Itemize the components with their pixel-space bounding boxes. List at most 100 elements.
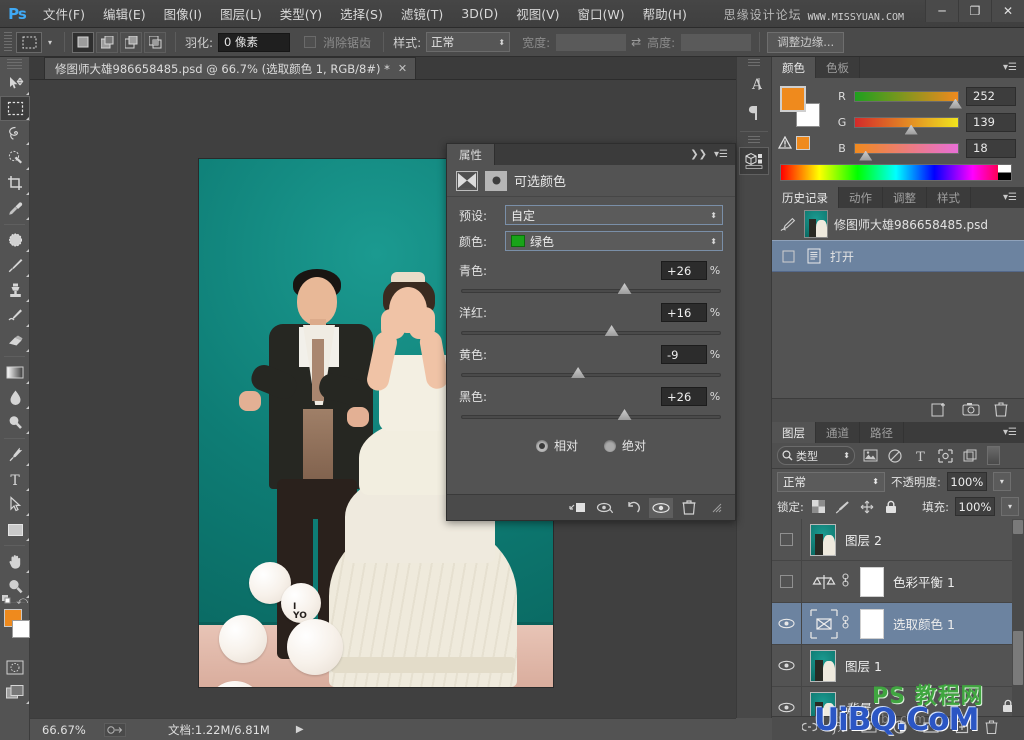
layers-panel-menu-icon[interactable]: ▾☰	[996, 422, 1024, 443]
blur-tool[interactable]	[0, 385, 30, 410]
antialias-checkbox[interactable]	[304, 36, 316, 48]
table-row[interactable]: 图层 1	[772, 645, 1024, 687]
tab-adjustments[interactable]: 调整	[883, 187, 927, 208]
rectangular-marquee-tool[interactable]	[0, 96, 30, 121]
menu-file[interactable]: 文件(F)	[34, 1, 94, 26]
document-tab[interactable]: 修图师大雄986658485.psd @ 66.7% (选取颜色 1, RGB/…	[44, 57, 416, 79]
black-slider-track[interactable]	[461, 415, 721, 419]
lock-image-pixels-icon[interactable]	[834, 498, 852, 516]
quick-mask-mode-button[interactable]	[0, 655, 30, 680]
white-black-swatch[interactable]	[998, 165, 1011, 180]
screen-mode-button[interactable]	[0, 680, 30, 705]
green-channel-handle[interactable]	[905, 125, 918, 135]
tab-properties[interactable]: 属性	[447, 144, 495, 165]
panel-menu-icon[interactable]: ▾☰	[714, 149, 728, 160]
color-select[interactable]: 绿色 ⬍	[505, 231, 723, 251]
green-channel-track[interactable]	[854, 117, 959, 128]
close-icon[interactable]: ✕	[398, 62, 407, 75]
color-spectrum-ramp[interactable]	[780, 164, 1012, 181]
black-slider-handle[interactable]	[618, 409, 632, 420]
layer-name[interactable]: 图层 1	[845, 656, 882, 675]
tab-swatches[interactable]: 色板	[816, 57, 860, 78]
layer-style-fx-icon[interactable]: fx	[833, 721, 845, 736]
view-previous-state-icon[interactable]	[593, 498, 617, 518]
magenta-slider-track[interactable]	[461, 331, 721, 335]
blend-mode-select[interactable]: 正常 ⬍	[777, 472, 885, 492]
menu-filter[interactable]: 滤镜(T)	[392, 1, 452, 26]
foreground-color-swatch[interactable]	[780, 86, 806, 112]
move-tool[interactable]	[0, 71, 30, 96]
layers-scrollbar[interactable]	[1012, 519, 1024, 729]
intersect-selection-button[interactable]	[144, 32, 166, 53]
eraser-tool[interactable]	[0, 328, 30, 353]
filter-toggle-switch[interactable]	[987, 446, 1000, 465]
spot-healing-brush-tool[interactable]	[0, 228, 30, 253]
toggle-visibility-icon[interactable]	[649, 498, 673, 518]
path-selection-tool[interactable]	[0, 492, 30, 517]
layer-visibility-toggle[interactable]	[772, 561, 802, 602]
dodge-tool[interactable]	[0, 410, 30, 435]
new-layer-icon[interactable]	[955, 720, 969, 737]
type-tool[interactable]: T	[0, 467, 30, 492]
table-row[interactable]: 色彩平衡 1	[772, 561, 1024, 603]
style-select[interactable]: 正常 ⬍	[426, 32, 510, 52]
opacity-value[interactable]: 100%	[947, 472, 987, 491]
minimize-button[interactable]: ─	[925, 0, 958, 22]
new-group-icon[interactable]	[923, 721, 939, 737]
yellow-slider-track[interactable]	[461, 373, 721, 377]
tab-actions[interactable]: 动作	[839, 187, 883, 208]
lasso-tool[interactable]	[0, 121, 30, 146]
delete-icon[interactable]	[994, 402, 1008, 420]
swap-colors-icon[interactable]: ⤺	[16, 594, 28, 608]
magenta-value-input[interactable]: +16	[661, 303, 707, 322]
menu-window[interactable]: 窗口(W)	[569, 1, 634, 26]
swap-dimensions-icon[interactable]: ⇄	[627, 35, 645, 49]
new-selection-button[interactable]	[72, 32, 94, 53]
feather-input[interactable]: 0 像素	[218, 33, 290, 52]
smart-object-filter-icon[interactable]	[960, 446, 980, 466]
add-mask-icon[interactable]	[861, 721, 877, 736]
link-layers-icon[interactable]	[802, 721, 817, 736]
tab-channels[interactable]: 通道	[816, 422, 860, 443]
history-brush-slot[interactable]	[778, 244, 798, 268]
blue-channel-track[interactable]	[854, 143, 959, 154]
layer-visibility-toggle[interactable]	[772, 603, 802, 644]
rectangle-tool[interactable]	[0, 517, 30, 542]
red-channel-value[interactable]: 252	[966, 87, 1016, 106]
subtract-from-selection-button[interactable]	[120, 32, 142, 53]
absolute-radio[interactable]: 绝对	[604, 437, 646, 454]
black-value-input[interactable]: +26	[661, 387, 707, 406]
paragraph-panel-icon[interactable]	[740, 99, 768, 127]
layer-mask-thumbnail[interactable]	[860, 609, 884, 639]
layer-name[interactable]: 背景	[845, 698, 870, 717]
menu-select[interactable]: 选择(S)	[331, 1, 392, 26]
lock-transparent-pixels-icon[interactable]	[810, 498, 828, 516]
hand-tool[interactable]	[0, 549, 30, 574]
tab-styles[interactable]: 样式	[927, 187, 971, 208]
tab-layers[interactable]: 图层	[772, 422, 816, 443]
pixel-filter-icon[interactable]	[860, 446, 880, 466]
default-colors-icon[interactable]	[2, 595, 11, 604]
tab-history[interactable]: 历史记录	[772, 187, 839, 208]
gamut-substitute-swatch[interactable]	[796, 136, 810, 150]
menu-layer[interactable]: 图层(L)	[211, 1, 271, 26]
tab-color[interactable]: 颜色	[772, 57, 816, 78]
scroll-up-arrow[interactable]	[1013, 520, 1023, 534]
clone-stamp-tool[interactable]	[0, 278, 30, 303]
cyan-slider-track[interactable]	[461, 289, 721, 293]
brush-tool[interactable]	[0, 253, 30, 278]
delete-icon[interactable]	[677, 498, 701, 518]
opacity-chevron-down-icon[interactable]: ▾	[993, 472, 1011, 491]
height-input[interactable]	[680, 33, 752, 52]
lock-position-icon[interactable]	[858, 498, 876, 516]
cyan-slider-handle[interactable]	[618, 283, 632, 294]
color-panel-menu-icon[interactable]: ▾☰	[996, 57, 1024, 78]
width-input[interactable]	[555, 33, 627, 52]
crop-tool[interactable]	[0, 171, 30, 196]
layer-name[interactable]: 选取颜色 1	[893, 614, 955, 633]
cyan-value-input[interactable]: +26	[661, 261, 707, 280]
red-channel-track[interactable]	[854, 91, 959, 102]
yellow-value-input[interactable]: -9	[661, 345, 707, 364]
current-tool-preview[interactable]	[16, 32, 42, 53]
history-brush-source-icon[interactable]	[778, 212, 798, 236]
